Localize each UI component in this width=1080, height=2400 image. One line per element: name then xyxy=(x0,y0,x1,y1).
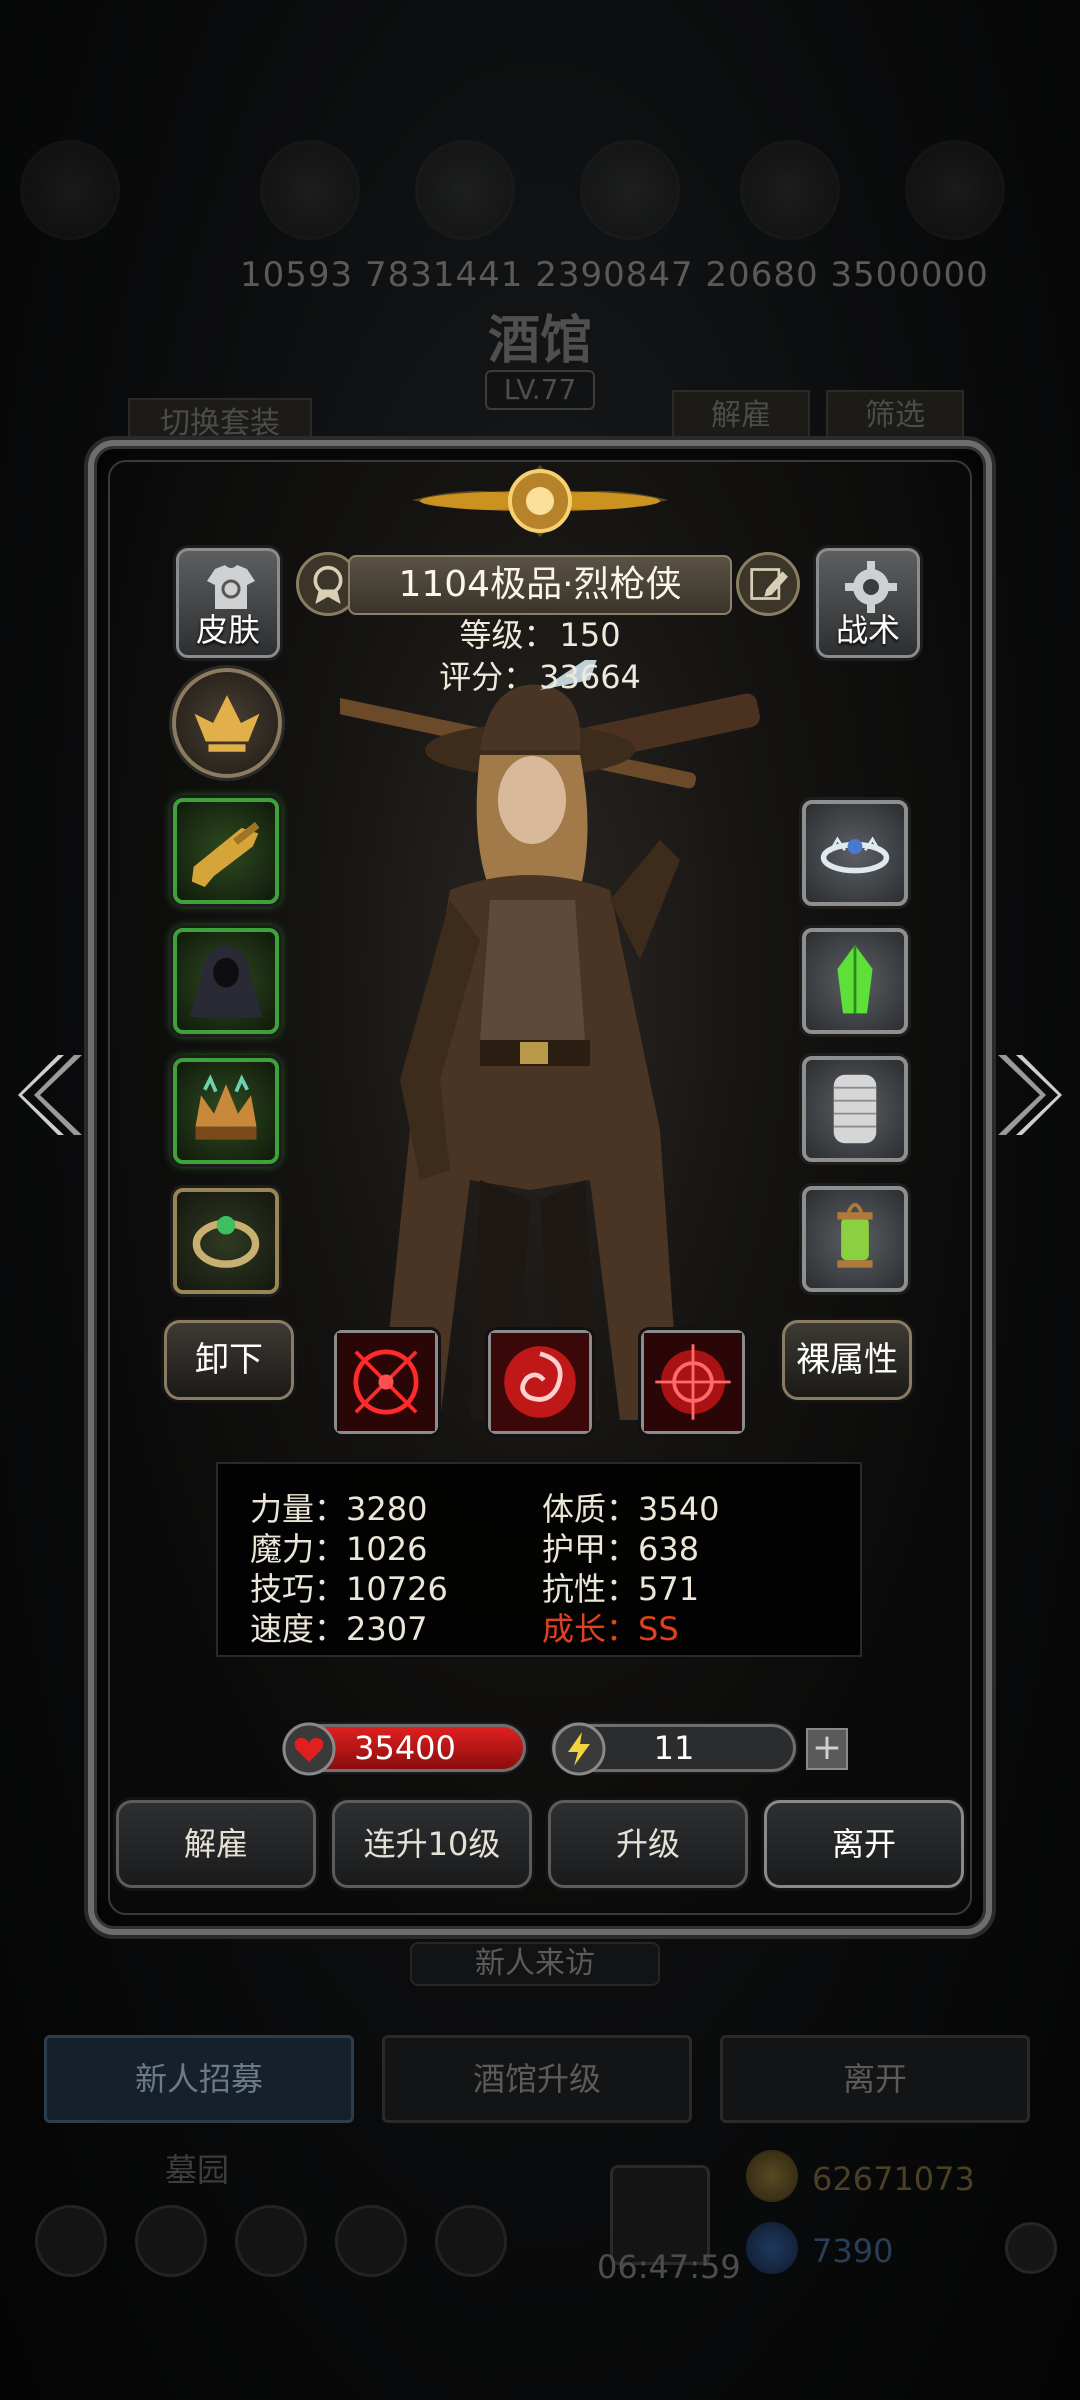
tactics-label: 战术 xyxy=(835,611,900,649)
bottom-menu-icon[interactable] xyxy=(335,2205,407,2277)
equipment-slot-tiara[interactable] xyxy=(802,800,908,906)
hero-score-value: 33664 xyxy=(539,658,641,696)
timer: 06:47:59 xyxy=(597,2248,741,2286)
tavern-title: 酒馆 xyxy=(487,310,592,371)
chainmail-icon xyxy=(833,1074,877,1144)
hero-level-label: 等级： xyxy=(459,616,556,654)
resource-icon xyxy=(740,140,840,240)
target-skill-icon xyxy=(644,1333,742,1431)
class-emblem-icon[interactable] xyxy=(172,668,282,778)
tab-tavern-upgrade[interactable]: 酒馆升级 xyxy=(382,2035,692,2123)
equipment-slot-helmet[interactable] xyxy=(173,1058,279,1164)
level-up-10-button[interactable]: 连升10级 xyxy=(332,1800,532,1888)
crest-emblem-icon xyxy=(412,445,668,555)
leave-button[interactable]: 离开 xyxy=(764,1800,964,1888)
gold-coin-icon xyxy=(746,2150,798,2202)
skill-slot-3[interactable] xyxy=(641,1330,745,1434)
tactics-button[interactable]: 战术 xyxy=(816,548,920,658)
next-hero-arrow-icon[interactable] xyxy=(994,1050,1066,1140)
skin-button[interactable]: 皮肤 xyxy=(176,548,280,658)
hero-score-label: 评分： xyxy=(439,658,536,696)
hero-name: 1104极品·烈枪侠 xyxy=(398,564,682,605)
bottom-menu-icon[interactable] xyxy=(35,2205,107,2277)
stat-growth: 成长：SS xyxy=(542,1610,679,1648)
equipment-slot-weapon[interactable] xyxy=(173,798,279,904)
unequip-button[interactable]: 卸下 xyxy=(164,1320,294,1400)
equipment-slot-crystal[interactable] xyxy=(802,928,908,1034)
level-up-button[interactable]: 升级 xyxy=(548,1800,748,1888)
bottom-menu-icon[interactable] xyxy=(135,2205,207,2277)
filter-button[interactable]: 筛选 xyxy=(826,390,964,442)
green-crystal-icon xyxy=(837,944,873,1014)
resource-icon xyxy=(415,140,515,240)
lightning-icon xyxy=(552,1722,606,1776)
add-energy-button[interactable]: + xyxy=(806,1728,848,1770)
gold-amount: 62671073 xyxy=(812,2160,975,2198)
hero-nameplate: 1104极品·烈枪侠 xyxy=(348,555,732,615)
bottom-menu-icon[interactable] xyxy=(435,2205,507,2277)
golden-gun-icon xyxy=(191,821,260,888)
hooded-cloak-icon xyxy=(189,944,263,1018)
previous-hero-arrow-icon[interactable] xyxy=(14,1050,86,1140)
resource-icon xyxy=(20,140,120,240)
edit-name-icon[interactable] xyxy=(736,552,800,616)
skill-slot-1[interactable] xyxy=(334,1330,438,1434)
lantern-icon xyxy=(837,1203,873,1268)
equipment-slot-cloak[interactable] xyxy=(173,928,279,1034)
swirl-skill-icon xyxy=(491,1333,589,1431)
gem-amount: 7390 xyxy=(812,2232,894,2270)
stats-panel: 力量：3280 魔力：1026 技巧：10726 速度：2307 体质：3540… xyxy=(216,1462,862,1657)
tavern-level: LV.77 xyxy=(485,370,595,410)
graveyard-label: 墓园 xyxy=(165,2151,230,2189)
equipment-slot-ring[interactable] xyxy=(173,1188,279,1294)
resource-numbers: 10593 7831441 2390847 20680 3500000 xyxy=(240,255,989,295)
bottom-menu-icon[interactable] xyxy=(235,2205,307,2277)
jade-ring-icon xyxy=(192,1216,260,1268)
heart-icon xyxy=(282,1722,336,1776)
add-gem-icon[interactable] xyxy=(1005,2222,1057,2274)
dismiss-background-button[interactable]: 解雇 xyxy=(672,390,810,442)
dismiss-button[interactable]: 解雇 xyxy=(116,1800,316,1888)
hero-level-value: 150 xyxy=(559,616,621,654)
gem-icon xyxy=(746,2222,798,2274)
new-visitor-label: 新人来访 xyxy=(410,1942,660,1986)
equipment-slot-armor[interactable] xyxy=(802,1056,908,1162)
tiara-icon xyxy=(820,836,890,874)
resource-icon xyxy=(260,140,360,240)
crosshair-skill-icon xyxy=(337,1333,435,1431)
resource-icon xyxy=(905,140,1005,240)
tab-leave[interactable]: 离开 xyxy=(720,2035,1030,2123)
skill-slot-2[interactable] xyxy=(488,1330,592,1434)
hero-score-line: 评分： 33664 xyxy=(0,652,1080,698)
base-attributes-button[interactable]: 裸属性 xyxy=(782,1320,912,1400)
resource-icon xyxy=(580,140,680,240)
skin-label: 皮肤 xyxy=(195,611,260,649)
stat-speed: 速度：2307 xyxy=(250,1610,428,1648)
resource-icons-row xyxy=(20,130,1060,270)
spiked-crown-icon xyxy=(195,1074,257,1140)
equipment-slot-lantern[interactable] xyxy=(802,1186,908,1292)
tab-new-recruit[interactable]: 新人招募 xyxy=(44,2035,354,2123)
